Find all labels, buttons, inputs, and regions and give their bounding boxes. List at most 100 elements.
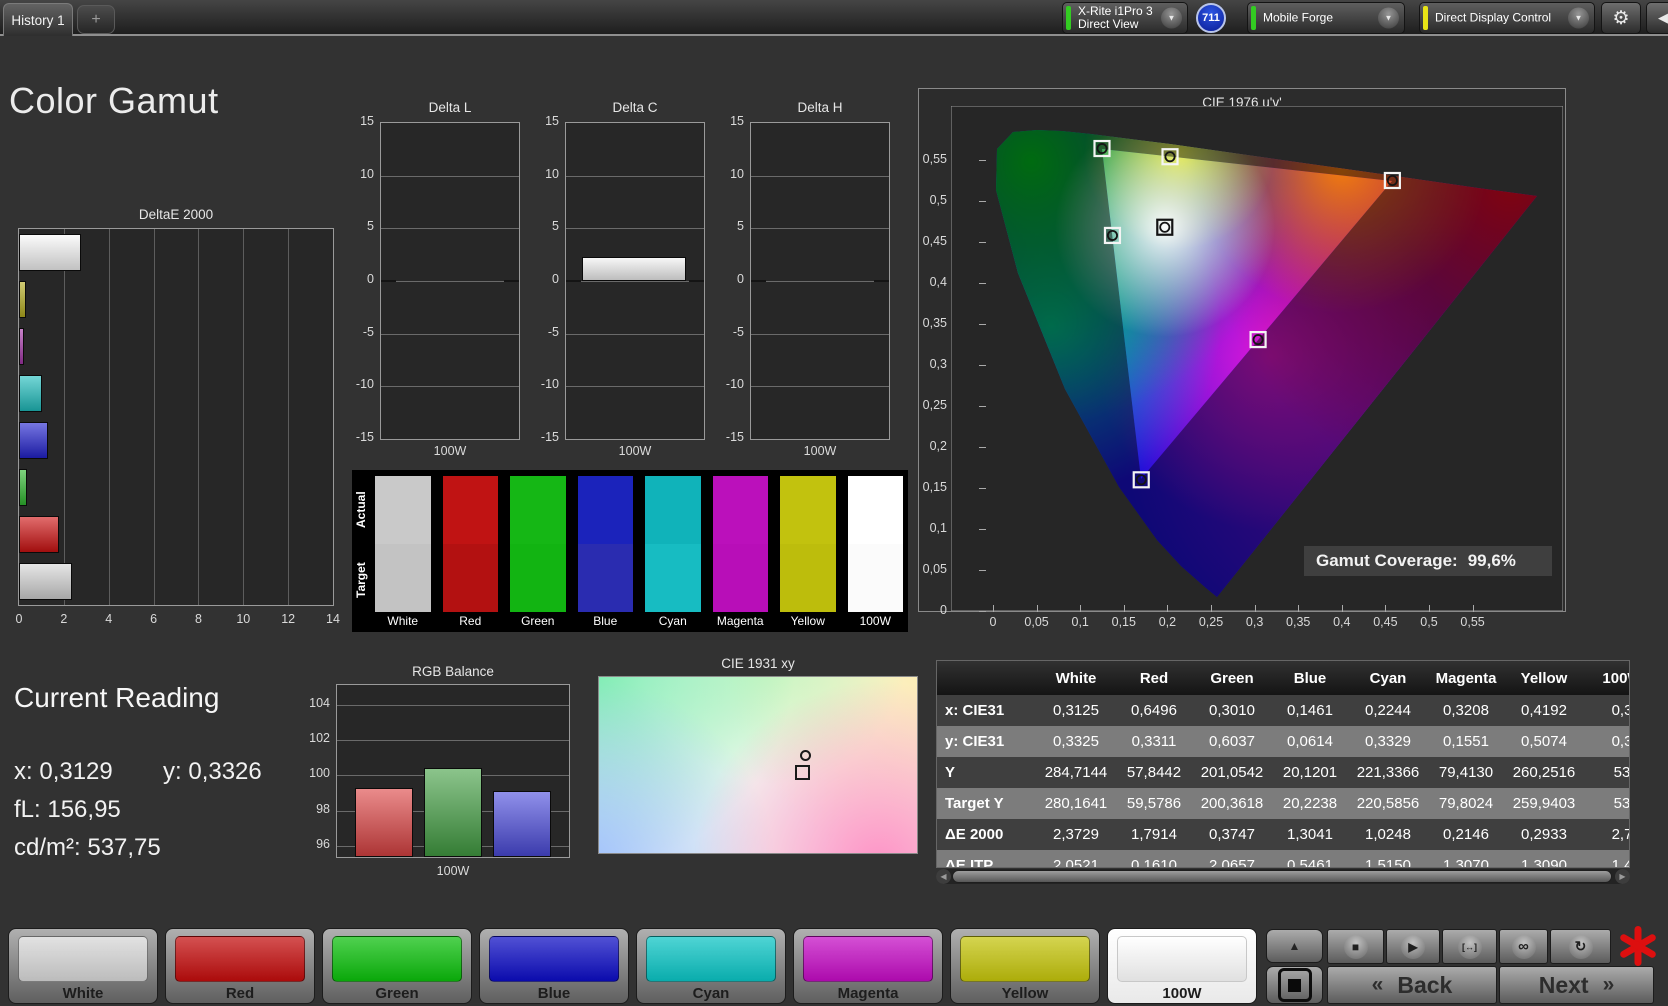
raise-panel-button[interactable]: ▲ (1266, 929, 1323, 963)
target-swatch (375, 544, 431, 612)
table-cell: 260,2516 (1512, 764, 1576, 781)
meter-dropdown[interactable]: X-Rite i1Pro 3 Direct View ▼ (1062, 2, 1188, 34)
delta-y-tick: 5 (552, 219, 559, 234)
stop-measure-button[interactable]: ■ (1327, 929, 1384, 964)
table-header: Cyan (1369, 669, 1407, 687)
cie1976-y-tick: 0,25 (922, 398, 947, 412)
actual-target-swatch-panel: Actual Target White Red Green Blue Cyan Magen… (352, 470, 908, 632)
table-cell: 2,7 (1611, 826, 1629, 843)
pattern-button-red[interactable]: Red (165, 928, 315, 1004)
rgb-y-tick: 98 (316, 801, 330, 816)
table-cell: 0,3 (1611, 702, 1629, 719)
delta-y-tick: -5 (547, 324, 559, 339)
table-cell: 0,5074 (1521, 733, 1567, 750)
next-button[interactable]: Next » (1499, 966, 1654, 1004)
delta-y-tick: -5 (362, 324, 374, 339)
deltae-x-tick: 4 (105, 612, 113, 626)
rgb-balance-category: 100W (436, 864, 470, 878)
refresh-measure-button[interactable]: ↻ (1550, 929, 1611, 964)
settings-button[interactable]: ⚙ (1601, 2, 1641, 34)
table-cell: 59,5786 (1126, 795, 1182, 812)
scroll-left-icon[interactable]: ◀ (936, 869, 951, 884)
table-cell: 284,7144 (1044, 764, 1108, 781)
page-title: Color Gamut (9, 80, 219, 121)
pattern-button-100w[interactable]: 100W (1107, 928, 1257, 1004)
pattern-button-green[interactable]: Green (322, 928, 472, 1004)
swatch-label: 100W (859, 614, 891, 628)
chevron-left-icon: ◀ (1658, 10, 1668, 25)
refresh-icon: ↻ (1568, 934, 1593, 959)
actual-swatch (645, 476, 701, 544)
actual-swatch (510, 476, 566, 544)
pattern-source-dropdown[interactable]: Mobile Forge ▼ (1247, 2, 1405, 34)
cie1976-y-tick: 0,05 (922, 562, 947, 576)
pattern-button-yellow[interactable]: Yellow (950, 928, 1100, 1004)
delta-category-label: 100W (618, 444, 652, 458)
table-row: ΔE ITP 2,0521 0,1610 2,0657 0,5461 1,5150 1,30… (937, 850, 1629, 868)
pattern-button-magenta[interactable]: Magenta (793, 928, 943, 1004)
scrollbar-thumb[interactable] (952, 870, 1612, 883)
meter-count-badge[interactable]: 711 (1196, 3, 1226, 33)
pattern-swatch (489, 936, 619, 982)
pattern-source-label: Mobile Forge (1263, 10, 1334, 25)
pattern-button-blue[interactable]: Blue (479, 928, 629, 1004)
pattern-button-label: Blue (537, 985, 571, 1002)
tab-history-1[interactable]: History 1 (3, 3, 73, 36)
record-stop-button[interactable] (1266, 966, 1323, 1004)
delta-chart-title: Delta H (797, 100, 843, 115)
cie1976-x-tick: 0,2 (1158, 615, 1177, 629)
target-swatch (577, 544, 633, 612)
step-measure-button[interactable]: [↔] (1442, 929, 1497, 964)
chevron-down-icon[interactable]: ▼ (1378, 7, 1399, 29)
chevron-down-icon[interactable]: ▼ (1568, 7, 1589, 29)
current-reading-y: y: 0,3326 (163, 758, 262, 785)
deltae-x-tick: 0 (15, 612, 23, 626)
cie1976-panel: CIE 1976 u'v' 0 0,05 0,1 0,15 0,2 0,25 0… (918, 88, 1566, 629)
swatch-label: Green (521, 614, 555, 628)
swatch-column-blue: Blue (577, 476, 633, 630)
pattern-button-cyan[interactable]: Cyan (636, 928, 786, 1004)
rgb-y-tick: 100 (309, 766, 330, 781)
table-header: Yellow (1520, 669, 1568, 687)
gamut-coverage-label: Gamut Coverage: (1316, 551, 1458, 570)
target-swatch (847, 544, 903, 612)
delta-y-tick: -10 (540, 377, 559, 392)
step-icon: [↔] (1457, 934, 1482, 959)
table-row: Y 284,7144 57,8442 201,0542 20,1201 221,3366 7… (937, 757, 1629, 788)
table-header: Red (1139, 669, 1169, 687)
delta-chart-title: Delta C (612, 100, 658, 115)
delta-y-tick: -10 (355, 377, 374, 392)
back-button[interactable]: « Back (1327, 966, 1497, 1004)
table-cell: 0,3329 (1365, 733, 1411, 750)
deltae-bar-100w (19, 234, 81, 271)
rgb-bar-red (355, 787, 413, 857)
continuous-measure-button[interactable]: ∞ (1499, 929, 1548, 964)
table-header: 100W (1602, 669, 1629, 687)
cie1931-reading-circle-marker (800, 750, 811, 761)
target-row-label: Target (354, 562, 368, 598)
table-horizontal-scrollbar[interactable]: ◀ ▶ (936, 869, 1630, 884)
delta-y-tick: 10 (730, 166, 744, 181)
target-swatch (645, 544, 701, 612)
app-window: History 1 + X-Rite i1Pro 3 Direct View ▼… (0, 0, 1668, 1006)
chevron-down-icon[interactable]: ▼ (1161, 7, 1182, 29)
cie1931-reading-square-marker (795, 765, 810, 780)
add-tab-button[interactable]: + (77, 5, 115, 34)
pattern-button-white[interactable]: White (8, 928, 158, 1004)
table-cell: 2,3729 (1053, 826, 1099, 843)
gear-icon: ⚙ (1612, 7, 1630, 29)
deltae-bar-magenta (19, 328, 24, 365)
workflow-dropdown[interactable]: Direct Display Control ▼ (1419, 2, 1595, 34)
scroll-right-icon[interactable]: ▶ (1615, 869, 1630, 884)
table-cell: 79,4130 (1438, 764, 1494, 781)
stop-square-icon (1277, 968, 1312, 1002)
current-reading-luminance: cd/m²: 537,75 (14, 834, 161, 861)
table-cell: 259,9403 (1512, 795, 1576, 812)
play-measure-button[interactable]: ▶ (1386, 929, 1440, 964)
cie1976-y-tick: 0,2 (929, 439, 947, 453)
gamut-coverage-value: 99,6% (1467, 551, 1516, 570)
collapse-panel-button[interactable]: ◀ (1646, 2, 1668, 34)
delta-y-tick: 0 (367, 272, 374, 286)
cie1976-x-tick: 0,25 (1198, 615, 1224, 629)
table-cell: 1,5150 (1365, 857, 1411, 868)
